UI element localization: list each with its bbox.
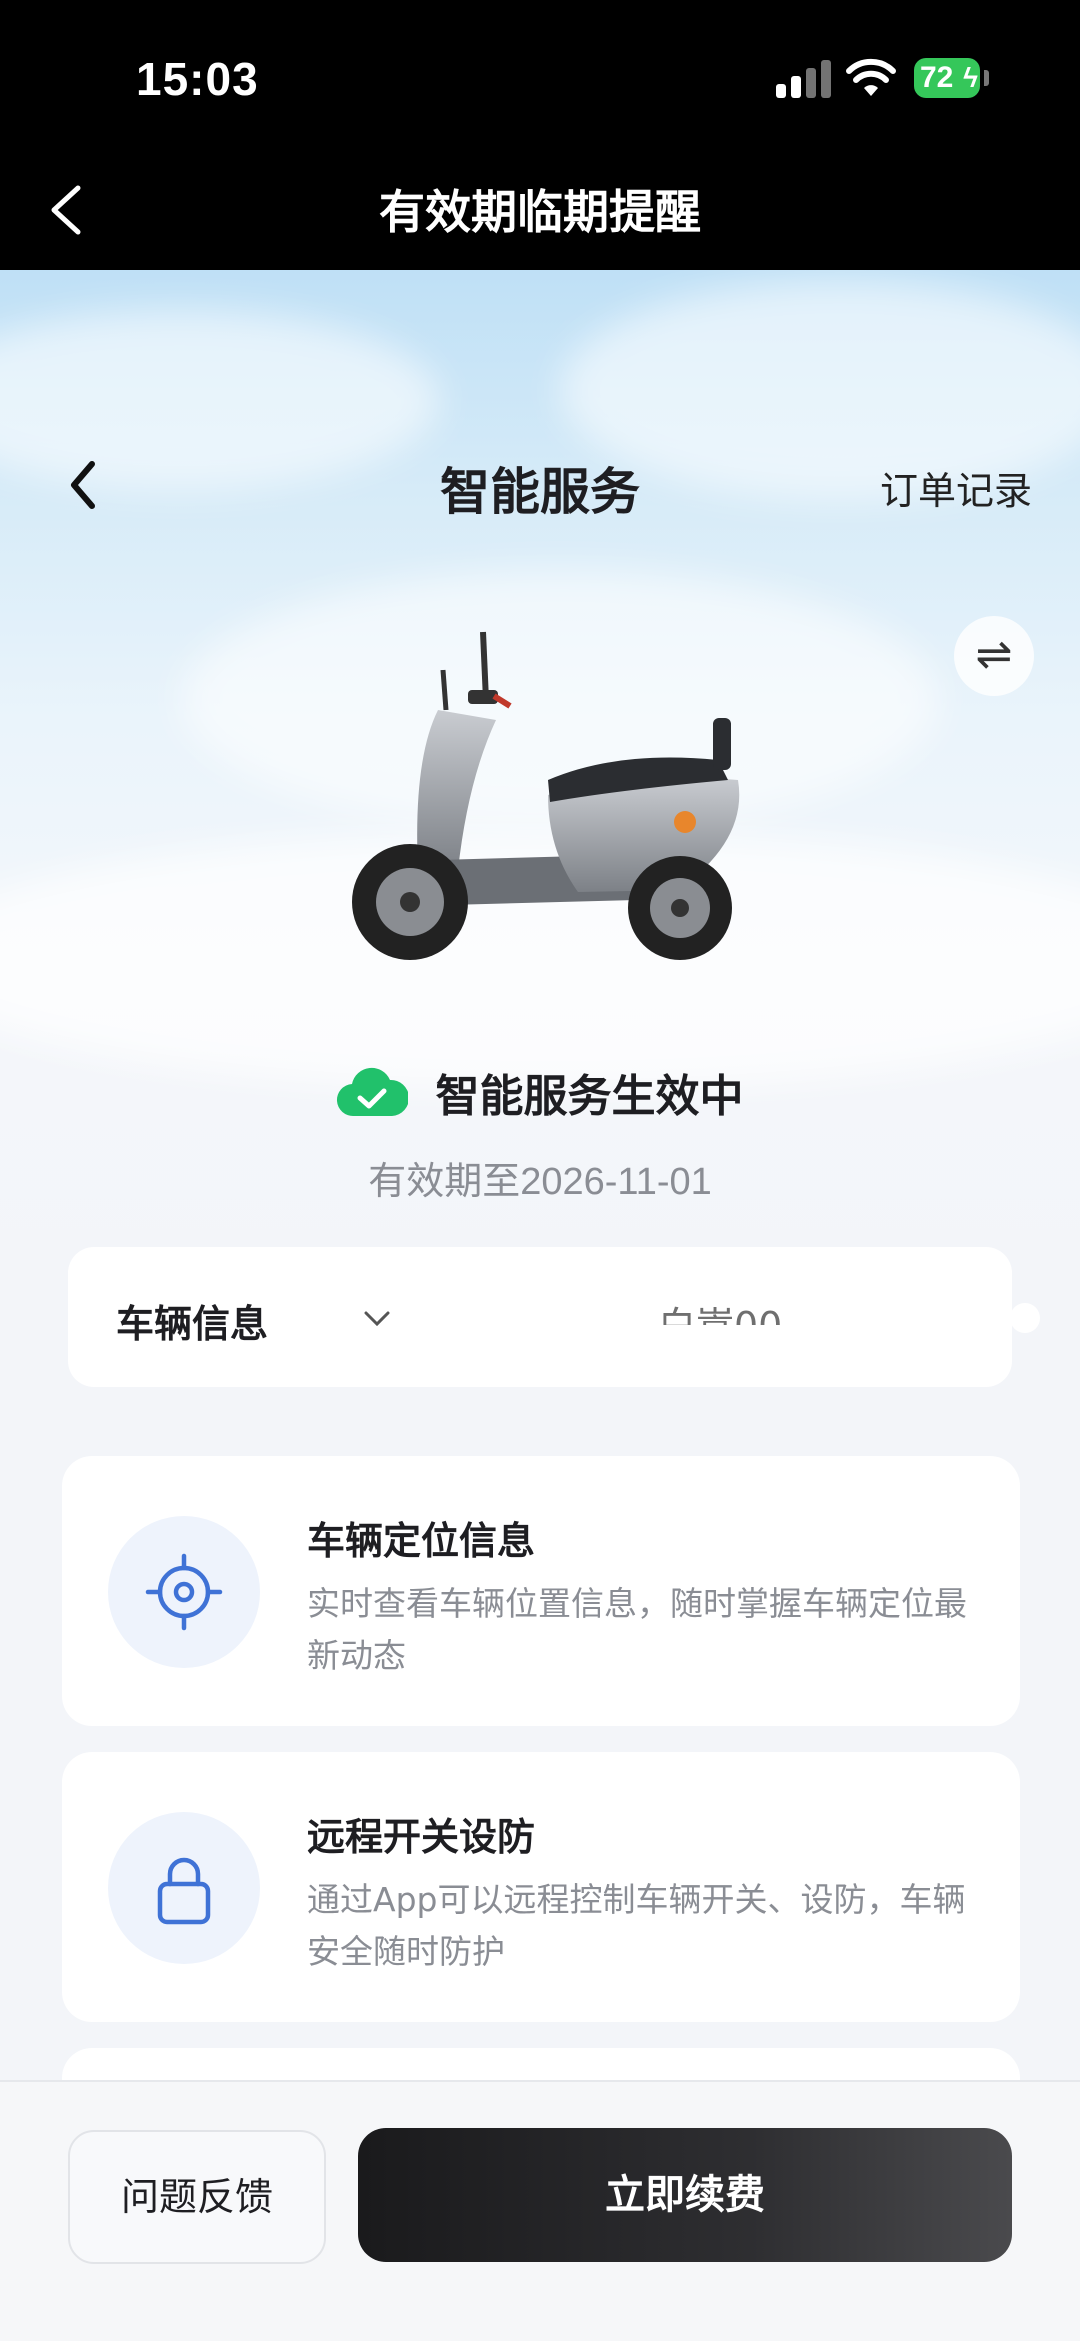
- renew-button[interactable]: 立即续费: [358, 2128, 1012, 2262]
- lock-icon: [157, 1857, 211, 1925]
- switch-vehicle-icon[interactable]: ⇌: [954, 616, 1034, 696]
- top-nav-bar: 有效期临期提醒: [0, 150, 1080, 270]
- wifi-icon: [846, 58, 896, 96]
- scooter-image: [352, 631, 740, 960]
- page-title: 有效期临期提醒: [379, 185, 701, 239]
- feature-card-remote-lock[interactable]: 远程开关设防 通过App可以远程控制车辆开关、设防，车辆安全随时防护: [62, 1752, 1020, 2022]
- feature-desc: 实时查看车辆位置信息，随时掌握车辆定位最新动态: [307, 1584, 967, 1675]
- battery-icon: 72 ϟ: [914, 58, 980, 98]
- hero-section: 智能服务 订单记录 ⇌ 智能服务生效中 有效期至2026-11-01: [0, 270, 1080, 1270]
- service-status: 智能服务生效中: [0, 1060, 1080, 1124]
- status-bar: 15:03 72 ϟ: [0, 0, 1080, 150]
- cloud-check-icon: [337, 1067, 409, 1117]
- feature-title: 远程开关设防: [307, 1815, 536, 1859]
- signal-icon: [776, 60, 832, 98]
- charging-bolt-icon: ϟ: [963, 62, 978, 93]
- feature-icon-bg: [108, 1516, 260, 1668]
- status-time: 15:03: [136, 53, 259, 105]
- battery-level: 72: [920, 61, 954, 94]
- feedback-button[interactable]: 问题反馈: [68, 2130, 326, 2264]
- vehicle-info-label: 车辆信息: [116, 1302, 269, 1346]
- vehicle-info-bar[interactable]: 车辆信息 白嵩00...: [68, 1247, 1040, 1387]
- battery-nub: [984, 70, 989, 86]
- chevron-down-icon[interactable]: [360, 1301, 394, 1335]
- feature-desc: 通过App可以远程控制车辆开关、设防，车辆安全随时防护: [307, 1880, 966, 1971]
- vehicle-bar-handle: [1010, 1303, 1040, 1333]
- service-status-text: 智能服务生效中: [435, 1071, 744, 1122]
- feature-icon-bg: [108, 1812, 260, 1964]
- valid-until-text: 有效期至2026-11-01: [368, 1161, 712, 1203]
- locate-icon: [145, 1553, 223, 1631]
- bottom-action-bar: 问题反馈 立即续费: [0, 2080, 1080, 2341]
- vehicle-plate: 白嵩00...: [658, 1291, 958, 1325]
- feature-card-locate[interactable]: 车辆定位信息 实时查看车辆位置信息，随时掌握车辆定位最新动态: [62, 1456, 1020, 1726]
- order-records-link[interactable]: 订单记录: [880, 460, 1032, 515]
- feature-title: 车辆定位信息: [307, 1519, 536, 1563]
